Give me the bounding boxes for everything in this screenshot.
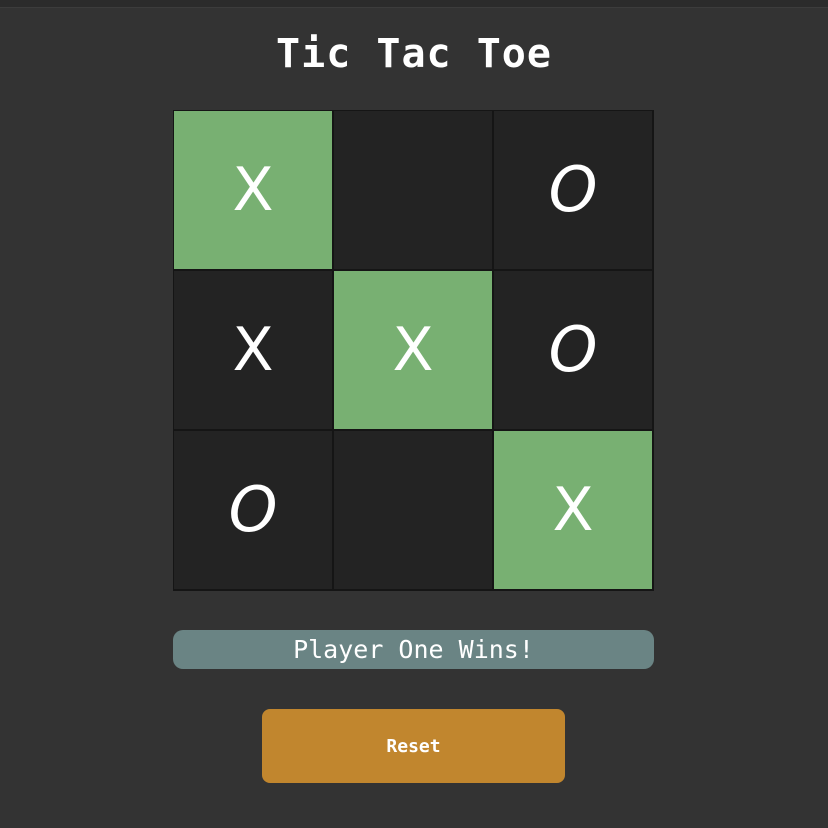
board-cell-7[interactable]: O — [174, 431, 332, 589]
game-title: Tic Tac Toe — [276, 31, 552, 77]
board-cell-5[interactable]: X — [334, 271, 492, 429]
board-cell-6[interactable]: O — [494, 271, 652, 429]
board-cell-1[interactable]: X — [174, 111, 332, 269]
board-cell-9[interactable]: X — [494, 431, 652, 589]
window-top-edge — [0, 0, 828, 8]
board-cell-3[interactable]: O — [494, 111, 652, 269]
reset-button[interactable]: Reset — [262, 709, 565, 783]
board-cell-4[interactable]: X — [174, 271, 332, 429]
board-cell-2[interactable] — [334, 111, 492, 269]
board-cell-8[interactable] — [334, 431, 492, 589]
game-status-message: Player One Wins! — [173, 630, 654, 669]
game-board: X O X X O O X — [173, 110, 654, 591]
